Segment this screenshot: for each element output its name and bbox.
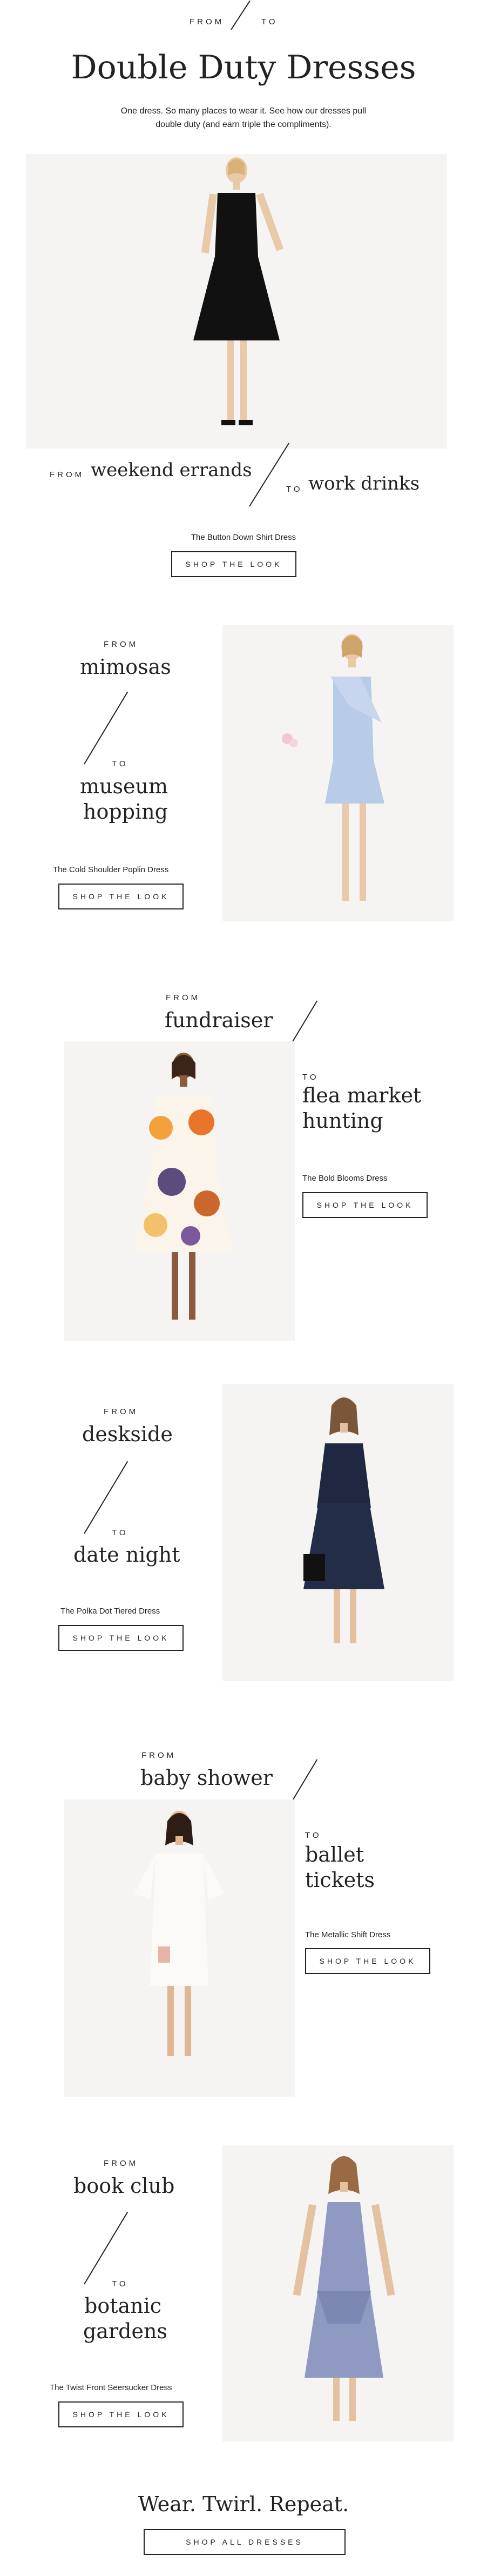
look-6-shop-button[interactable]: SHOP THE LOOK [58, 2401, 184, 2427]
look-2-to-text-line-2: hopping [83, 800, 168, 824]
look-6-image[interactable] [222, 2145, 454, 2441]
header-divider-line [231, 0, 251, 30]
look-6-product-name[interactable]: The Twist Front Seersucker Dress [50, 2383, 172, 2392]
look-1-to-label: TO [286, 485, 303, 494]
look-4-from-label: FROM [104, 1407, 139, 1416]
look-1-to-text: work drinks [308, 473, 420, 494]
look-4-shop-button[interactable]: SHOP THE LOOK [58, 1625, 184, 1651]
look-1-image[interactable] [26, 154, 447, 449]
black-dress-figure [193, 157, 284, 425]
look-3-to-label: TO [302, 1073, 319, 1082]
look-4-divider-line [84, 1461, 128, 1534]
look-1-from-label: FROM [50, 470, 85, 479]
header-from-label: FROM [190, 17, 225, 26]
look-3-shop-button[interactable]: SHOP THE LOOK [302, 1192, 428, 1218]
look-5-to-text-line-2: tickets [305, 1868, 375, 1892]
look-5-from-label: FROM [141, 1751, 177, 1760]
look-1-product-name[interactable]: The Button Down Shirt Dress [0, 533, 487, 542]
look-3-to-text-line-1: flea market [302, 1083, 422, 1107]
look-6-to-text-line-2: gardens [83, 2319, 167, 2343]
look-2-shop-button[interactable]: SHOP THE LOOK [58, 884, 184, 909]
look-4-to-label: TO [112, 1528, 128, 1537]
look-1-divider-line [249, 443, 289, 507]
polka-dot-dress-figure [303, 1397, 384, 1643]
look-2-from-label: FROM [104, 640, 139, 649]
look-2-from-text: mimosas [80, 655, 171, 679]
look-2-to-label: TO [112, 759, 128, 768]
look-2-image[interactable] [222, 625, 454, 921]
white-shift-dress-figure [134, 1811, 225, 2056]
blue-dress-figure [282, 634, 384, 901]
shop-all-dresses-button[interactable]: SHOP ALL DRESSES [144, 2529, 346, 2555]
look-1-from-text: weekend errands [91, 459, 252, 481]
look-6-from-text: book club [73, 2174, 175, 2198]
look-5-shop-button[interactable]: SHOP THE LOOK [305, 1948, 430, 1974]
look-2-to-text-line-1: museum [80, 774, 168, 798]
look-3-from-label: FROM [166, 993, 201, 1002]
look-4-image[interactable] [222, 1384, 454, 1681]
look-6-from-label: FROM [104, 2159, 139, 2168]
header-subtitle-line-1: One dress. So many places to wear it. Se… [120, 106, 367, 116]
seersucker-dress-figure [293, 2156, 395, 2421]
page-title: Double Duty Dresses [71, 49, 416, 86]
look-6-to-text-line-1: botanic [84, 2294, 162, 2318]
look-6-to-label: TO [112, 2279, 128, 2289]
look-3-image[interactable] [64, 1041, 295, 1341]
look-3-to-text-line-2: hunting [302, 1109, 383, 1133]
look-3-from-text: fundraiser [165, 1008, 273, 1032]
look-5-from-text: baby shower [140, 1766, 273, 1790]
floral-dress-figure [135, 1053, 232, 1320]
header-subtitle-line-2: double duty (and earn triple the complim… [155, 120, 332, 129]
look-1-shop-button[interactable]: SHOP THE LOOK [171, 551, 296, 577]
look-4-product-name[interactable]: The Polka Dot Tiered Dress [60, 1607, 160, 1616]
look-4-from-text: deskside [82, 1422, 173, 1446]
look-2-product-name[interactable]: The Cold Shoulder Poplin Dress [53, 865, 168, 874]
look-5-image[interactable] [64, 1799, 295, 2097]
look-6-divider-line [84, 2211, 128, 2285]
look-2-divider-line [84, 691, 128, 765]
footer-tagline: Wear. Twirl. Repeat. [138, 2492, 349, 2516]
look-5-to-text-line-1: ballet [305, 1843, 364, 1866]
look-3-product-name[interactable]: The Bold Blooms Dress [302, 1174, 388, 1183]
header-to-label: TO [261, 17, 278, 26]
look-5-to-label: TO [305, 1831, 322, 1840]
look-5-product-name[interactable]: The Metallic Shift Dress [305, 1930, 390, 1939]
look-4-to-text: date night [73, 1543, 180, 1567]
